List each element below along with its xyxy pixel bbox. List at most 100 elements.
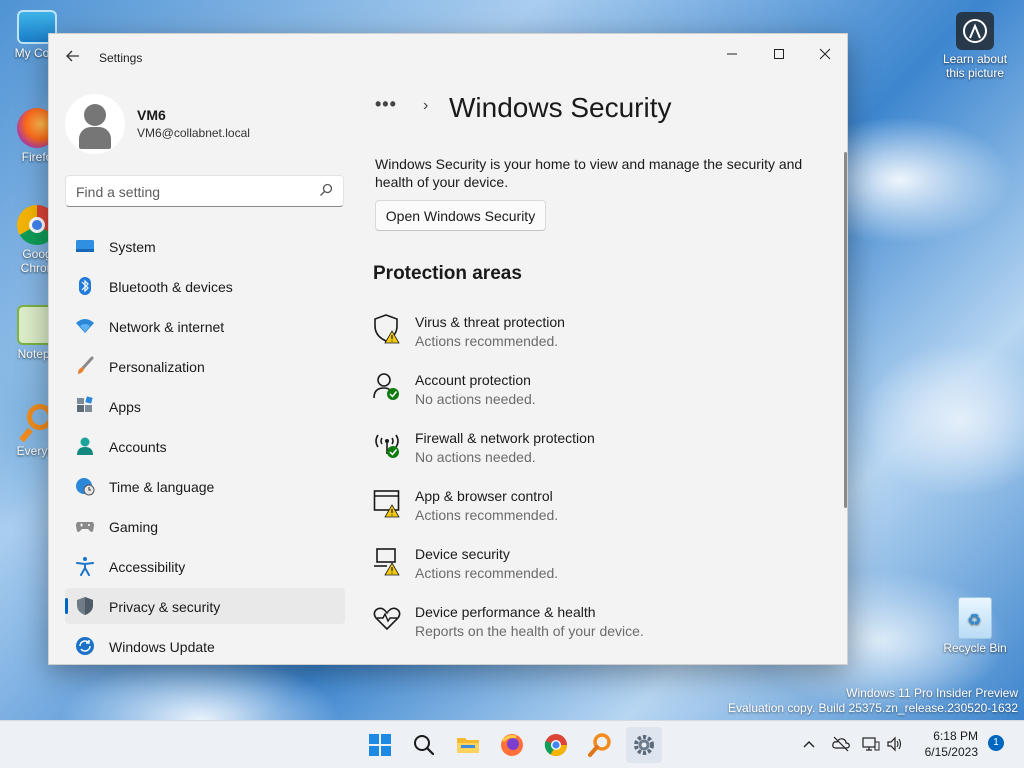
wifi-icon	[76, 319, 94, 333]
taskbar-settings[interactable]	[626, 727, 662, 763]
settings-gear-icon	[634, 735, 654, 755]
start-button[interactable]	[362, 727, 398, 763]
network-icon[interactable]	[862, 736, 880, 752]
sidebar-item-label: Personalization	[109, 359, 205, 375]
update-icon	[76, 637, 94, 655]
protection-area-device-security[interactable]: Device security Actions recommended.	[373, 544, 813, 602]
taskbar-clock[interactable]: 6:18 PM 6/15/2023	[908, 728, 978, 760]
protection-area-app-browser[interactable]: App & browser control Actions recommende…	[373, 486, 813, 544]
gamepad-icon	[76, 522, 94, 532]
search-box[interactable]	[65, 175, 344, 207]
protection-area-account[interactable]: Account protection No actions needed.	[373, 370, 813, 428]
protection-area-firewall[interactable]: Firewall & network protection No actions…	[373, 428, 813, 486]
open-windows-security-button[interactable]: Open Windows Security	[375, 200, 546, 231]
area-status: No actions needed.	[415, 391, 536, 407]
sidebar-item-network[interactable]: Network & internet	[65, 308, 345, 344]
firewall-icon	[375, 434, 399, 458]
taskbar-firefox[interactable]	[494, 727, 530, 763]
sidebar-item-label: Network & internet	[109, 319, 225, 335]
system-tray	[800, 721, 910, 768]
watermark-line-2: Evaluation copy. Build 25375.zn_release.…	[728, 701, 1018, 715]
heart-icon	[373, 607, 401, 631]
onedrive-offline-icon[interactable]	[832, 736, 850, 752]
chevron-up-icon[interactable]	[803, 740, 815, 750]
watermark-line-1: Windows 11 Pro Insider Preview	[846, 686, 1018, 700]
chrome-icon	[544, 734, 567, 756]
avatar	[65, 94, 125, 154]
search-icon	[414, 735, 435, 756]
sidebar-item-personalization[interactable]: Personalization	[65, 348, 345, 384]
area-title: Device performance & health	[415, 604, 596, 620]
taskbar-everything[interactable]	[582, 727, 618, 763]
page-description: Windows Security is your home to view an…	[375, 156, 803, 190]
sidebar-nav: System Bluetooth & devices Network & int…	[65, 228, 345, 664]
area-status: Actions recommended.	[415, 507, 559, 523]
sidebar-item-accessibility[interactable]: Accessibility	[65, 548, 345, 584]
taskbar-search-button[interactable]	[406, 727, 442, 763]
sidebar-item-label: Accounts	[109, 439, 167, 455]
protection-areas-list: Virus & threat protection Actions recomm…	[373, 312, 813, 660]
sidebar-item-gaming[interactable]: Gaming	[65, 508, 345, 544]
sidebar-item-label: Accessibility	[109, 559, 186, 575]
search-input[interactable]	[76, 182, 306, 202]
browser-icon	[373, 490, 400, 518]
system-icon	[76, 240, 94, 252]
sidebar-item-time-language[interactable]: Time & language	[65, 468, 345, 504]
sidebar-item-label: Windows Update	[109, 639, 215, 655]
brush-icon	[78, 356, 94, 374]
settings-window: Settings VM6 VM6@collabnet.local System …	[48, 33, 848, 665]
accessibility-icon	[76, 557, 94, 576]
content-scrollbar[interactable]	[844, 152, 847, 508]
file-explorer-icon	[457, 738, 479, 753]
firefox-icon	[501, 734, 523, 756]
everything-search-icon	[588, 733, 611, 757]
sidebar-item-privacy-security[interactable]: Privacy & security	[65, 588, 345, 624]
search-icon	[320, 183, 333, 196]
sidebar-item-apps[interactable]: Apps	[65, 388, 345, 424]
area-title: Firewall & network protection	[415, 430, 595, 446]
clock-date: 6/15/2023	[924, 745, 978, 759]
clock-time: 6:18 PM	[933, 729, 978, 743]
taskbar-chrome[interactable]	[538, 727, 574, 763]
protection-area-device-health[interactable]: Device performance & health Reports on t…	[373, 602, 813, 660]
sidebar-item-bluetooth[interactable]: Bluetooth & devices	[65, 268, 345, 304]
learn-about-picture[interactable]: Learn about this picture	[940, 12, 1010, 80]
sidebar-item-label: Privacy & security	[109, 599, 221, 615]
breadcrumb-more-button[interactable]: •••	[375, 94, 397, 115]
profile-email: VM6@collabnet.local	[137, 126, 250, 140]
sidebar-item-label: Time & language	[109, 479, 215, 495]
desktop-icon-recycle-bin[interactable]: ♻ Recycle Bin	[940, 597, 1010, 655]
sidebar-item-label: Apps	[109, 399, 141, 415]
sidebar-item-system[interactable]: System	[65, 228, 345, 264]
volume-icon[interactable]	[886, 736, 904, 752]
protection-area-virus[interactable]: Virus & threat protection Actions recomm…	[373, 312, 813, 370]
area-status: Actions recommended.	[415, 333, 559, 349]
bluetooth-icon	[79, 277, 91, 295]
area-status: Reports on the health of your device.	[415, 623, 644, 639]
learn-about-label: Learn about this picture	[942, 52, 1008, 80]
user-profile[interactable]: VM6 VM6@collabnet.local	[65, 94, 355, 158]
start-icon	[369, 734, 391, 756]
taskbar-file-explorer[interactable]	[450, 727, 486, 763]
chevron-right-icon: ›	[423, 97, 429, 114]
sidebar-item-accounts[interactable]: Accounts	[65, 428, 345, 464]
notification-badge[interactable]: 1	[988, 735, 1004, 751]
recycle-bin-label: Recycle Bin	[943, 641, 1007, 655]
shield-icon	[77, 597, 93, 615]
title-bar: Settings	[49, 34, 847, 82]
area-title: Virus & threat protection	[415, 314, 565, 330]
sidebar-item-windows-update[interactable]: Windows Update	[65, 628, 345, 664]
area-status: Actions recommended.	[415, 565, 559, 581]
accounts-icon	[77, 437, 93, 455]
laptop-icon	[374, 548, 400, 576]
profile-name: VM6	[137, 107, 166, 123]
os-watermark: Windows 11 Pro Insider Preview Evaluatio…	[728, 686, 1018, 716]
taskbar: 6:18 PM 6/15/2023 1	[0, 720, 1024, 768]
globe-clock-icon	[76, 478, 95, 496]
minimize-button[interactable]	[709, 40, 755, 70]
back-arrow-icon[interactable]	[63, 48, 83, 68]
close-button[interactable]	[802, 40, 847, 70]
maximize-button[interactable]	[756, 40, 802, 70]
sidebar-item-label: Gaming	[109, 519, 159, 535]
virus-shield-icon	[374, 314, 400, 344]
